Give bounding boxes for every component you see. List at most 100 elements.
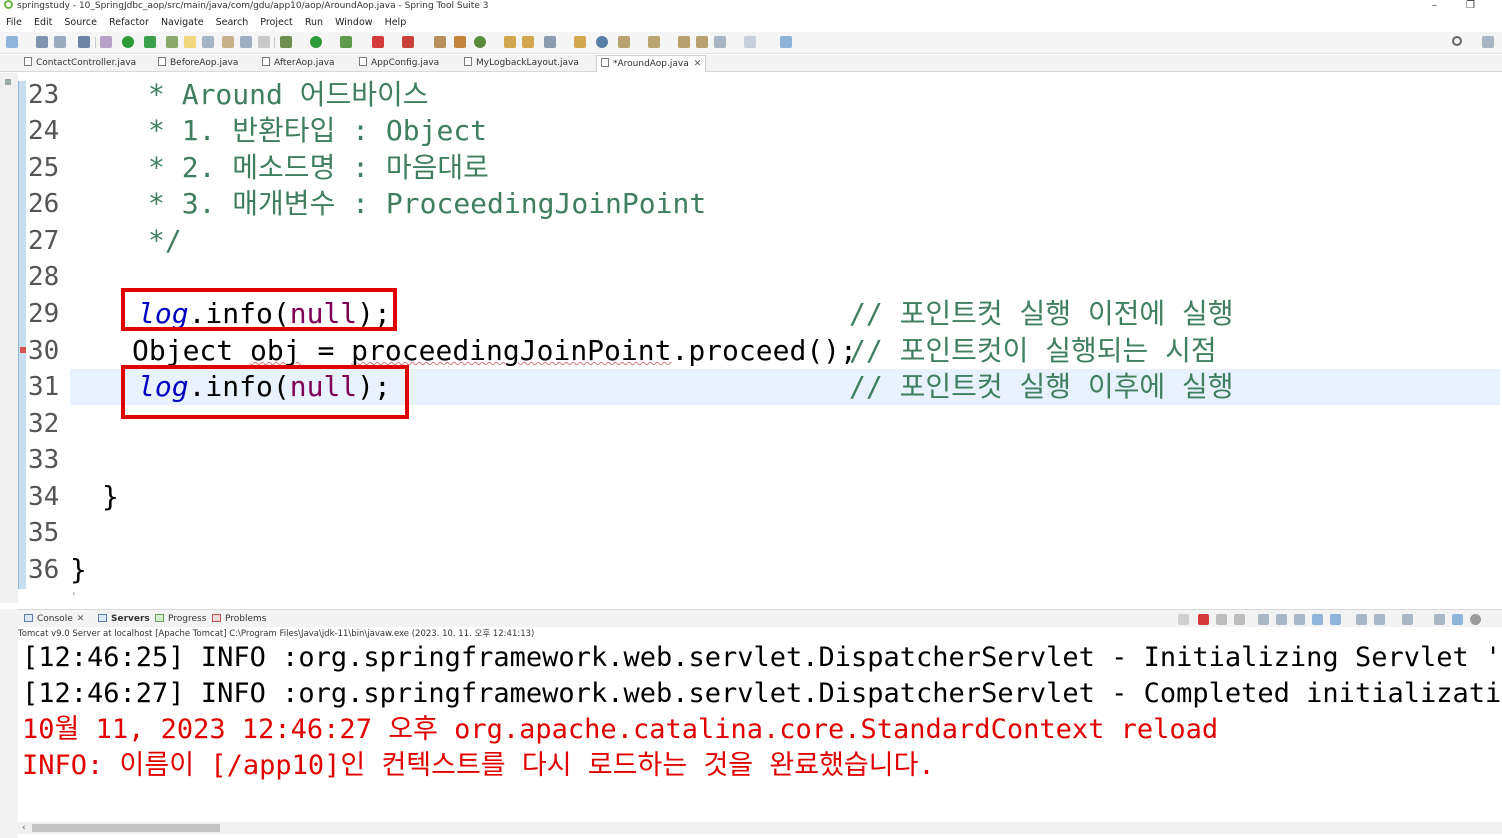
remove-launch-icon[interactable] [1216,614,1227,625]
pin-editor-icon[interactable] [780,36,792,48]
maximize-view-icon[interactable] [1452,614,1463,625]
new-icon[interactable] [6,36,18,48]
spring-icon[interactable] [166,36,178,48]
line-number: 30 [28,336,60,366]
minimize-button[interactable]: – [1432,0,1437,12]
highlight-box [121,288,397,331]
line-number: 28 [28,262,60,292]
open-file-icon[interactable] [522,36,534,48]
window-title: springstudy - 10_SpringJdbc_aop/src/main… [17,1,489,11]
close-tab-icon[interactable]: ✕ [694,59,702,69]
menu-run[interactable]: Run [305,15,323,31]
tab-contactcontroller[interactable]: ContactController.java [24,55,136,72]
globe-icon[interactable] [596,36,608,48]
menu-search[interactable]: Search [216,15,249,31]
perspective-icon[interactable] [1482,36,1494,48]
last-edit-icon[interactable] [678,36,690,48]
scroll-left-icon[interactable]: ‹ [22,822,26,834]
highlight-icon[interactable] [184,36,196,48]
pin-console-icon[interactable] [1356,614,1367,625]
stop-icon[interactable] [372,36,384,48]
line-number: 24 [28,116,60,146]
minimize-view-icon[interactable] [1434,614,1445,625]
java-file-icon [359,57,367,66]
console-icon[interactable] [240,36,252,48]
line-number: 25 [28,153,60,183]
tab-console[interactable]: Console ✕ [24,610,84,628]
link-icon[interactable] [1178,614,1189,625]
next-annotation-icon[interactable] [648,36,660,48]
open-console-icon[interactable] [1402,614,1413,625]
refresh-icon[interactable] [144,36,156,48]
coverage-icon[interactable] [340,36,352,48]
back-icon[interactable] [714,36,726,48]
tab-aroundaop[interactable]: *AroundAop.java ✕ [596,55,707,72]
menu-source[interactable]: Source [64,15,97,31]
editor-horizontal-scrollbar[interactable]: ‹ [70,589,1500,601]
run-icon[interactable] [310,36,322,48]
line-number: 35 [28,518,60,548]
line-number: 36 [28,555,60,585]
new-class-icon[interactable] [474,36,486,48]
tab-afteraop[interactable]: AfterAop.java [262,55,335,72]
tab-progress[interactable]: Progress [155,610,206,628]
new-java-project-icon[interactable] [434,36,446,48]
clear-console-icon[interactable] [1258,614,1269,625]
gear-icon[interactable] [1470,614,1481,625]
console-line: [12:46:25] INFO :org.springframework.web… [22,642,1502,673]
line-number: 31 [28,372,60,402]
code-line: * 3. 매개변수 : ProceedingJoinPoint [148,187,707,220]
open-task-icon[interactable] [574,36,586,48]
console-output[interactable]: [12:46:25] INFO :org.springframework.web… [18,640,1502,822]
open-type-icon[interactable] [78,36,90,48]
code-line: * 2. 메소드명 : 마음대로 [148,151,489,184]
menu-window[interactable]: Window [335,15,372,31]
search-tools-icon[interactable] [544,36,556,48]
menu-file[interactable]: File [6,15,22,31]
pilcrow-icon[interactable] [258,36,270,48]
code-editor[interactable]: 23 24 25 26 27 28 29 30 31 32 33 34 35 3… [0,73,1502,603]
back-history-icon[interactable] [696,36,708,48]
skip-breakpoints-icon[interactable] [100,36,112,48]
new-package-icon[interactable] [454,36,466,48]
show-stdout-icon[interactable] [1312,614,1323,625]
scroll-lock-icon[interactable] [1276,614,1287,625]
annotation-icon[interactable] [618,36,630,48]
menu-project[interactable]: Project [260,15,293,31]
restore-button[interactable]: ❐ [1466,0,1475,12]
show-stderr-icon[interactable] [1330,614,1341,625]
package-icon[interactable] [222,36,234,48]
tab-servers[interactable]: Servers [98,610,150,628]
console-horizontal-scrollbar[interactable]: ‹ [18,822,1502,834]
scroll-left-icon[interactable]: ‹ [72,589,76,599]
warning-marker-icon [20,347,26,353]
code-line: } [102,480,119,513]
code-line: */ [148,224,182,257]
external-tools-icon[interactable] [402,36,414,48]
search-icon[interactable] [1452,36,1462,46]
save-icon[interactable] [36,36,48,48]
menu-refactor[interactable]: Refactor [109,15,149,31]
java-file-icon [262,57,270,66]
tab-appconfig[interactable]: AppConfig.java [359,55,439,72]
tab-beforeaop[interactable]: BeforeAop.java [158,55,238,72]
display-console-icon[interactable] [1374,614,1385,625]
remove-all-icon[interactable] [1234,614,1245,625]
open-folder-icon[interactable] [504,36,516,48]
link-icon[interactable] [202,36,214,48]
menu-navigate[interactable]: Navigate [161,15,204,31]
console-icon [24,614,33,622]
forward-icon[interactable] [744,36,756,48]
terminate-icon[interactable] [1198,614,1209,625]
menu-edit[interactable]: Edit [34,15,52,31]
scrollbar-thumb[interactable] [32,824,220,832]
word-wrap-icon[interactable] [1294,614,1305,625]
save-all-icon[interactable] [54,36,66,48]
start-server-icon[interactable] [122,36,134,48]
tab-mylogbacklayout[interactable]: MyLogbackLayout.java [464,55,579,72]
menu-help[interactable]: Help [385,15,407,31]
debug-icon[interactable] [280,36,292,48]
tab-problems[interactable]: Problems [212,610,266,628]
line-number: 27 [28,226,60,256]
close-console-icon[interactable]: ✕ [77,614,85,624]
